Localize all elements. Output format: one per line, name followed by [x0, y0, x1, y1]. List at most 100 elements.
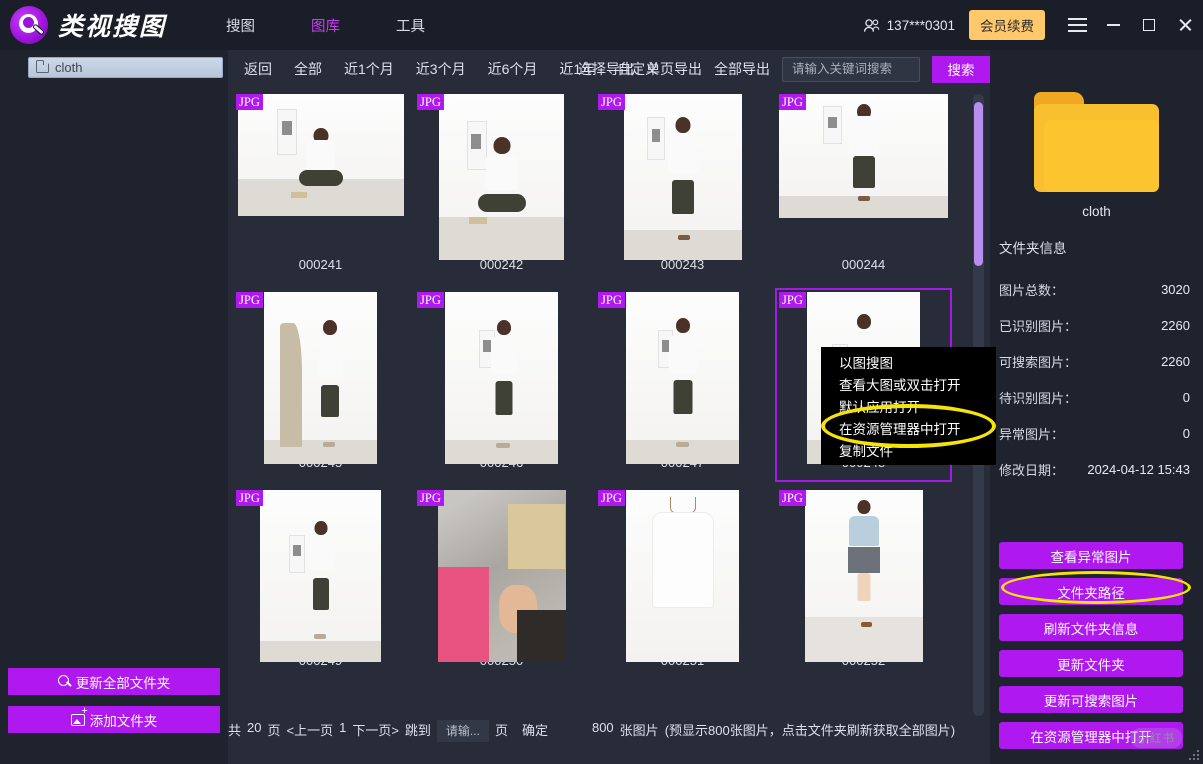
image-caption: 000244	[842, 257, 885, 272]
minimize-icon	[1107, 24, 1120, 26]
folder-path-button[interactable]: 文件夹路径	[999, 578, 1183, 605]
context-menu-item-search-by-image[interactable]: 以图搜图	[839, 353, 996, 375]
thumbnail[interactable]	[438, 490, 566, 662]
grid-item[interactable]: JPG 000242	[411, 88, 592, 286]
grid-item[interactable]: JPG 000251	[592, 484, 773, 682]
nav-item-library[interactable]: 图库	[311, 15, 340, 36]
folder-info-list: 图片总数： 3020 已识别图片： 2260 可搜索图片： 2260 待识别图片…	[990, 271, 1203, 487]
info-row-pending: 待识别图片： 0	[999, 379, 1190, 415]
thumbnail[interactable]	[624, 94, 742, 260]
search-input[interactable]	[792, 62, 919, 76]
thumbnail[interactable]	[626, 292, 739, 464]
total-prefix-label: 共	[228, 720, 241, 739]
minimize-button[interactable]	[1095, 0, 1131, 50]
account-name: 137***0301	[887, 18, 955, 33]
grid-item[interactable]: JPG 000243	[592, 88, 773, 286]
thumbnail[interactable]	[805, 490, 923, 662]
info-row-recognized: 已识别图片： 2260	[999, 307, 1190, 343]
thumbnail[interactable]	[626, 490, 739, 662]
total-pages-value: 20	[247, 720, 261, 735]
app-title: 类视搜图	[58, 7, 166, 43]
info-value: 0	[1183, 426, 1190, 441]
resize-grip-icon[interactable]	[1189, 750, 1199, 760]
folder-tree: cloth	[0, 50, 228, 78]
thumb-area	[592, 484, 773, 656]
scrollbar-thumb[interactable]	[974, 102, 983, 266]
nav-item-tools[interactable]: 工具	[396, 15, 425, 36]
tree-item-label: cloth	[55, 60, 82, 75]
thumbnail[interactable]	[260, 490, 381, 662]
context-menu-item-open-in-explorer[interactable]: 在资源管理器中打开	[839, 419, 996, 441]
file-type-badge: JPG	[598, 94, 625, 110]
app-window: 类视搜图 搜图 图库 工具 137***0301 会员续费	[0, 0, 1203, 764]
tree-item-cloth[interactable]: cloth	[28, 57, 223, 78]
prev-page-button[interactable]: <上一页	[287, 720, 334, 739]
back-button[interactable]: 返回	[244, 59, 272, 79]
search-box[interactable]	[782, 57, 920, 82]
update-all-folders-button[interactable]: 更新全部文件夹	[8, 668, 220, 695]
file-type-badge: JPG	[598, 490, 625, 506]
jump-page-input[interactable]	[437, 720, 489, 742]
update-folder-button[interactable]: 更新文件夹	[999, 650, 1183, 677]
info-key: 图片总数：	[999, 280, 1064, 299]
thumb-area	[230, 286, 411, 458]
confirm-jump-button[interactable]: 确定	[522, 720, 548, 739]
jump-to-label: 跳到	[405, 720, 431, 739]
jump-unit-label: 页	[495, 720, 508, 739]
export-page-button[interactable]: 单页导出	[646, 59, 702, 79]
thumbnail[interactable]	[445, 292, 558, 464]
export-selected-button[interactable]: 选择导出	[578, 59, 634, 79]
search-button[interactable]: 搜索	[932, 56, 990, 83]
account-area[interactable]: 137***0301	[863, 18, 955, 33]
grid-item[interactable]: JPG 000249	[230, 484, 411, 682]
add-folder-button[interactable]: 添加文件夹	[8, 706, 220, 733]
file-type-badge: JPG	[779, 94, 806, 110]
magnifier-icon	[58, 675, 71, 688]
vip-renew-button[interactable]: 会员续费	[969, 10, 1045, 40]
file-type-badge: JPG	[236, 490, 263, 506]
refresh-folder-info-button[interactable]: 刷新文件夹信息	[999, 614, 1183, 641]
image-count-value: 800	[592, 720, 614, 735]
search-logo-icon	[10, 6, 48, 44]
filter-all[interactable]: 全部	[294, 59, 322, 79]
window-controls	[1059, 0, 1203, 50]
app-logo: 类视搜图	[10, 6, 166, 44]
context-menu[interactable]: 以图搜图 查看大图或双击打开 默认应用打开 在资源管理器中打开 复制文件	[821, 347, 996, 465]
grid-item[interactable]: JPG 000247	[592, 286, 773, 484]
context-menu-item-open-default-app[interactable]: 默认应用打开	[839, 397, 996, 419]
maximize-icon	[1143, 19, 1155, 31]
maximize-button[interactable]	[1131, 0, 1167, 50]
export-all-button[interactable]: 全部导出	[714, 59, 770, 79]
filter-1month[interactable]: 近1个月	[344, 59, 394, 79]
next-page-button[interactable]: 下一页>	[352, 720, 399, 739]
thumb-area	[230, 88, 411, 260]
thumbnail[interactable]	[238, 94, 404, 216]
grid-item[interactable]: JPG 000252	[773, 484, 954, 682]
context-menu-item-copy-file[interactable]: 复制文件	[839, 441, 996, 463]
file-type-badge: JPG	[417, 292, 444, 308]
thumbnail[interactable]	[779, 94, 948, 218]
filter-6months[interactable]: 近6个月	[488, 59, 538, 79]
close-button[interactable]	[1167, 0, 1203, 50]
grid-item[interactable]: JPG 000246	[411, 286, 592, 484]
filter-3months[interactable]: 近3个月	[416, 59, 466, 79]
grid-item[interactable]: JPG 000241	[230, 88, 411, 286]
grid-item[interactable]: JPG 000245	[230, 286, 411, 484]
grid-item[interactable]: JPG 000244	[773, 88, 954, 286]
thumbnail[interactable]	[439, 94, 564, 260]
folder-name-label: cloth	[990, 204, 1203, 219]
pagination-bar: 共 20 页 <上一页 1 下一页> 跳到 页 确定 800 张图片 (预显示8…	[228, 706, 990, 764]
info-key: 已识别图片：	[999, 316, 1077, 335]
left-sidebar: cloth 更新全部文件夹 添加文件夹	[0, 50, 228, 764]
info-value: 2260	[1161, 318, 1190, 333]
menu-button[interactable]	[1059, 0, 1095, 50]
info-key: 待识别图片：	[999, 388, 1077, 407]
view-abnormal-images-button[interactable]: 查看异常图片	[999, 542, 1183, 569]
file-type-badge: JPG	[417, 490, 444, 506]
context-menu-item-view-large[interactable]: 查看大图或双击打开	[839, 375, 996, 397]
grid-item[interactable]: JPG 000250	[411, 484, 592, 682]
folder-icon	[36, 63, 49, 73]
thumbnail[interactable]	[264, 292, 377, 464]
nav-item-search[interactable]: 搜图	[226, 15, 255, 36]
update-searchable-images-button[interactable]: 更新可搜索图片	[999, 686, 1183, 713]
